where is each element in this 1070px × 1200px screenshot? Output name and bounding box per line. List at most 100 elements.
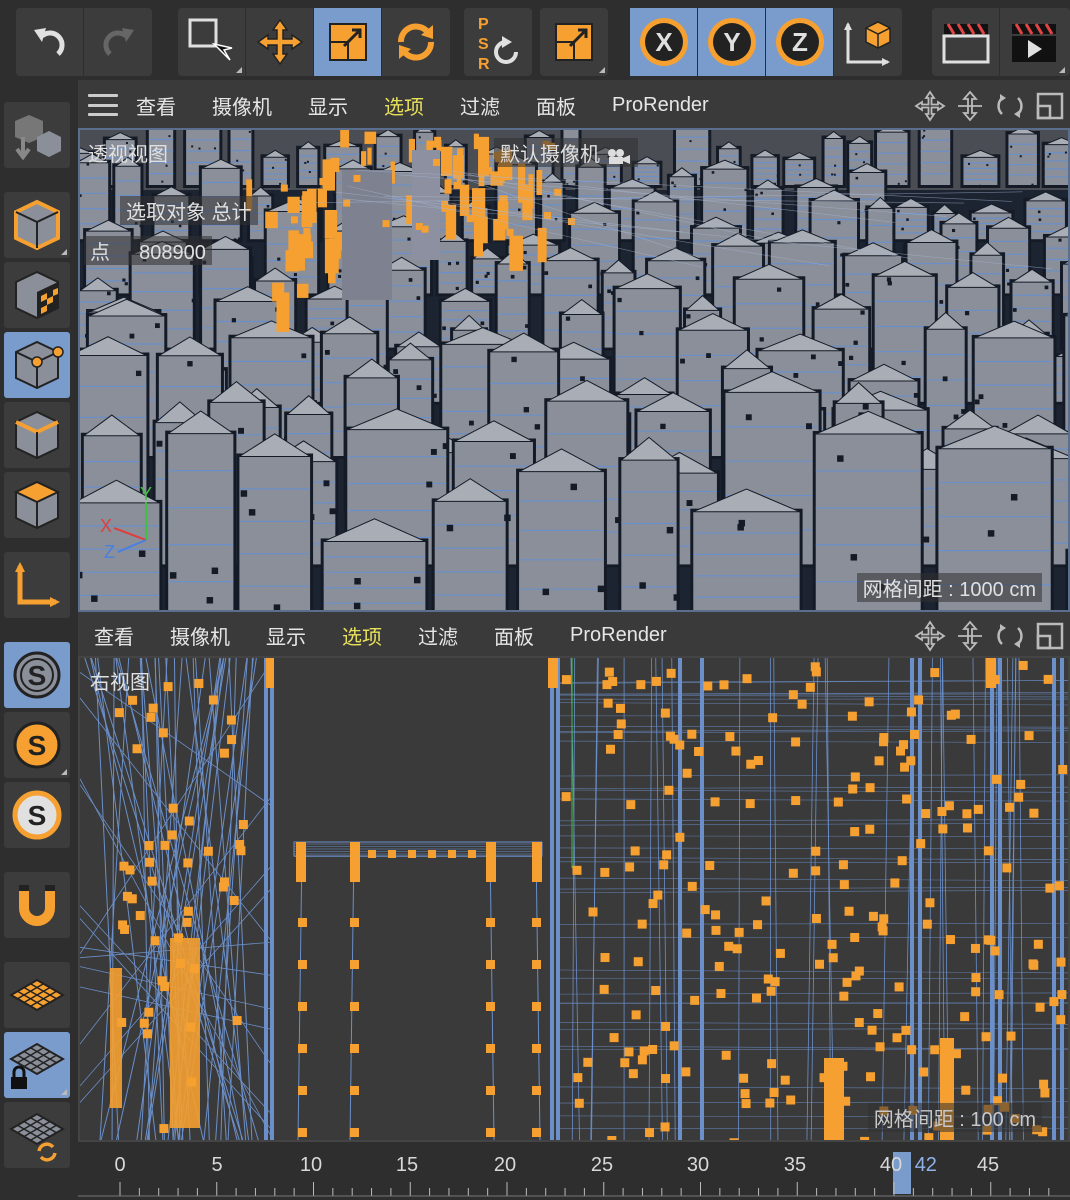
vertex-point <box>922 919 932 929</box>
snap-settings-button[interactable]: S <box>4 712 70 778</box>
vertex-point <box>532 960 541 969</box>
menu-camera[interactable]: 摄像机 <box>212 91 272 120</box>
vertex-point <box>700 905 710 915</box>
vertex-point <box>1002 863 1012 873</box>
svg-text:S: S <box>28 800 47 831</box>
vertex-point <box>724 941 734 951</box>
rotate-view-icon[interactable] <box>994 620 1026 652</box>
rotate-button[interactable] <box>382 8 450 76</box>
vertex-point <box>653 890 663 900</box>
menu-options[interactable]: 选项 <box>384 91 424 120</box>
timeline[interactable]: 42 0 5 10 15 20 25 30 35 40 45 <box>78 1142 1070 1200</box>
scale-button[interactable] <box>314 8 382 76</box>
vertex-point <box>1014 792 1024 802</box>
magnet-icon <box>19 885 55 926</box>
texture-mode-button[interactable] <box>4 262 70 328</box>
menu-options-2[interactable]: 选项 <box>342 621 382 650</box>
menu-camera-2[interactable]: 摄像机 <box>170 621 230 650</box>
zoom-view-icon[interactable] <box>954 620 986 652</box>
menu-filter-2[interactable]: 过滤 <box>418 621 458 650</box>
undo-button[interactable] <box>16 8 84 76</box>
menu-display[interactable]: 显示 <box>308 91 348 120</box>
vertex-point <box>298 960 307 969</box>
workplane-sync-button[interactable] <box>4 1102 70 1168</box>
building-window <box>815 302 820 306</box>
building-window <box>1010 494 1018 501</box>
locked-workplane-button[interactable] <box>4 1032 70 1098</box>
zoom-view-icon[interactable] <box>954 90 986 122</box>
vertex-point <box>850 932 860 942</box>
menu-view[interactable]: 查看 <box>136 91 176 120</box>
magnet-button[interactable] <box>4 872 70 938</box>
render-to-picture-viewer-button[interactable] <box>1000 8 1068 76</box>
menu-panel[interactable]: 面板 <box>536 91 576 120</box>
vertex-point <box>734 927 744 937</box>
building-window <box>723 208 727 211</box>
vertex-point <box>660 1074 670 1084</box>
building-window <box>206 597 214 604</box>
maximize-view-icon[interactable] <box>1034 620 1066 652</box>
vertex-point <box>866 1072 876 1082</box>
coordinate-system-button[interactable] <box>834 8 902 76</box>
selected-polygon <box>456 160 462 186</box>
vertex-cluster <box>532 842 542 882</box>
vertex-point <box>960 1012 970 1022</box>
viewport-top-hamburger-icon[interactable] <box>88 94 118 116</box>
redo-button[interactable] <box>84 8 152 76</box>
axis-x-label: X <box>100 516 112 536</box>
points-mode-button[interactable] <box>4 332 70 398</box>
psr-reset-button[interactable]: P S R <box>464 8 532 76</box>
edges-mode-icon <box>15 410 59 460</box>
maximize-view-icon[interactable] <box>1034 90 1066 122</box>
menu-view-2[interactable]: 查看 <box>94 621 134 650</box>
axis-mode-button[interactable] <box>4 552 70 618</box>
menu-display-2[interactable]: 显示 <box>266 621 306 650</box>
vertex-point <box>892 1033 902 1043</box>
vertex-point <box>864 697 874 707</box>
building-window <box>639 582 646 589</box>
vertex-point <box>775 948 785 958</box>
menu-panel-2[interactable]: 面板 <box>494 621 534 650</box>
perspective-viewport[interactable]: 透视视图 默认摄像机 选取对象 总计 点 808900 Y X Z 网格间距 :… <box>78 128 1070 612</box>
menu-prorender-2[interactable]: ProRender <box>570 624 667 647</box>
vertex-point <box>486 960 495 969</box>
snap-button[interactable]: S <box>4 642 70 708</box>
vertex-point <box>609 1033 619 1043</box>
snap-enable-button[interactable]: S <box>4 782 70 848</box>
vertex-point <box>588 907 598 917</box>
axis-z-button[interactable]: Z <box>766 8 834 76</box>
timeline-tick: 5 <box>211 1154 223 1176</box>
menu-prorender[interactable]: ProRender <box>612 94 709 117</box>
selected-point <box>343 199 351 207</box>
pan-view-icon[interactable] <box>914 620 946 652</box>
move-button[interactable] <box>246 8 314 76</box>
render-view-button[interactable] <box>932 8 1000 76</box>
vertex-point <box>811 866 821 876</box>
axis-y-button[interactable]: Y <box>698 8 766 76</box>
pan-view-icon[interactable] <box>914 90 946 122</box>
vertex-point <box>298 1086 307 1095</box>
axis-x-button[interactable]: X <box>630 8 698 76</box>
select-rect-button[interactable] <box>178 8 246 76</box>
make-editable-button[interactable] <box>4 102 70 168</box>
model-mode-button[interactable] <box>4 192 70 258</box>
vertex-point <box>970 943 980 953</box>
workplane-button[interactable] <box>4 962 70 1028</box>
render-group <box>932 8 1070 76</box>
vertex-point <box>1035 1002 1045 1012</box>
vertex-point <box>624 1047 634 1057</box>
building-window <box>810 354 816 360</box>
axes-group: X Y Z <box>630 8 902 76</box>
right-viewport[interactable]: 右视图 网格间距 : 100 cm <box>78 656 1070 1142</box>
edges-mode-button[interactable] <box>4 402 70 468</box>
vertex-point <box>1006 1031 1016 1041</box>
menu-filter[interactable]: 过滤 <box>460 91 500 120</box>
rotate-view-icon[interactable] <box>994 90 1026 122</box>
building-window <box>834 164 837 167</box>
building-wall <box>754 188 782 240</box>
vertex-point <box>879 914 889 924</box>
polygons-mode-button[interactable] <box>4 472 70 538</box>
vertex-point <box>873 1009 883 1019</box>
vertex-point <box>950 709 960 719</box>
scale-tool-button[interactable] <box>540 8 608 76</box>
